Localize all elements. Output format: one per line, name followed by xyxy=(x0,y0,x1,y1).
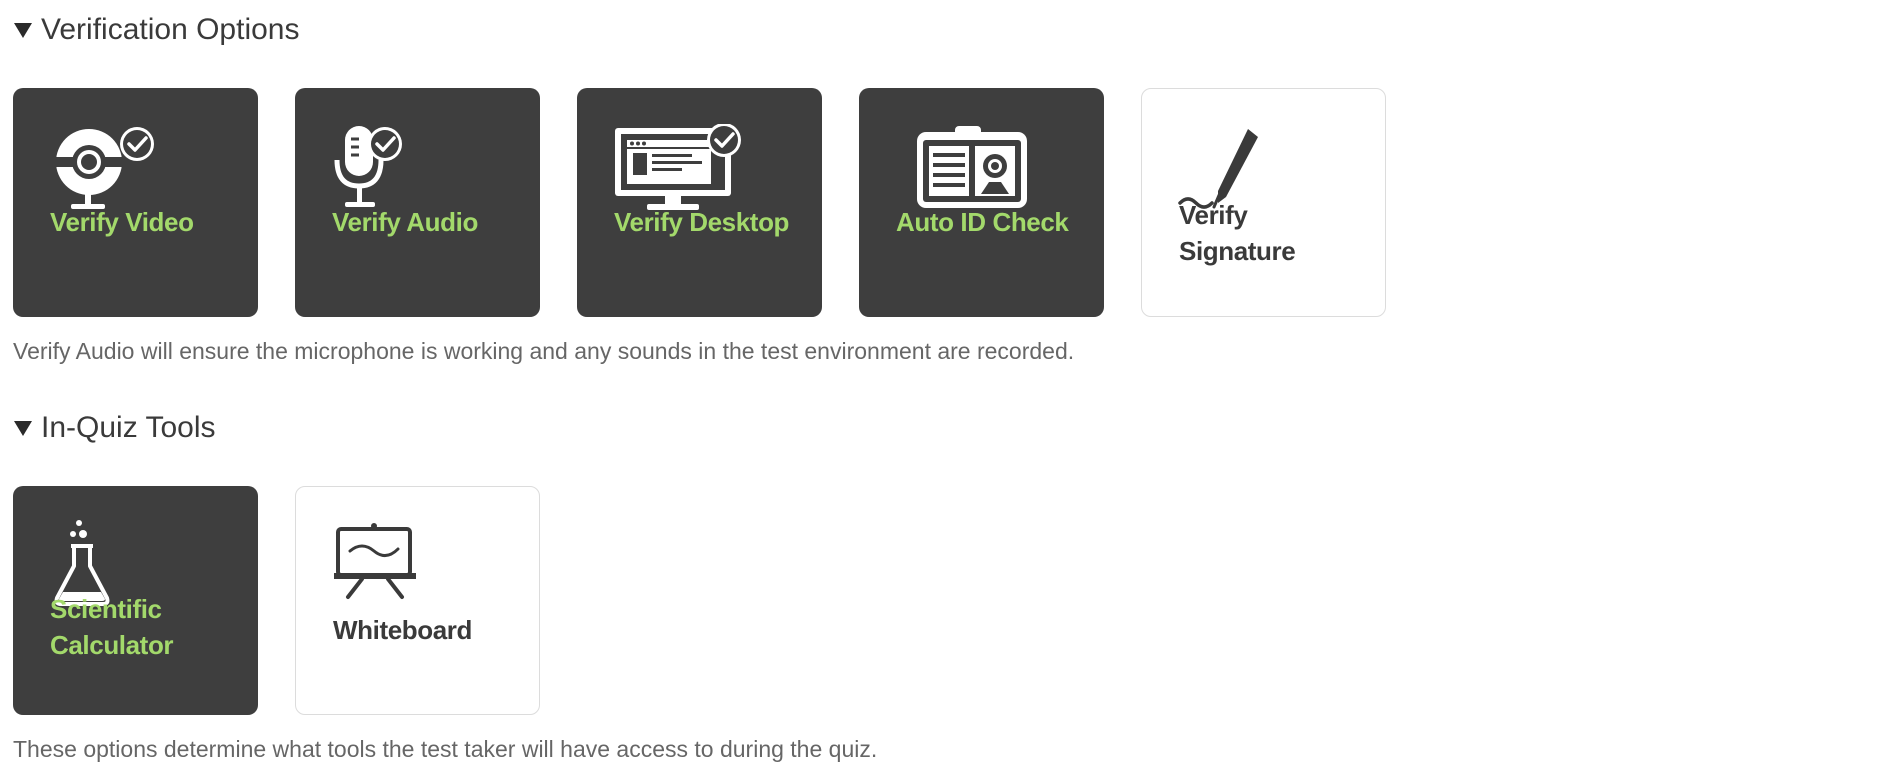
verify-signature-label-line2: Signature xyxy=(1179,236,1296,266)
whiteboard-icon xyxy=(334,523,416,599)
webcam-icon xyxy=(53,127,154,209)
id-card-icon xyxy=(917,126,1027,208)
scientific-calculator-tile[interactable]: Scientific Calculator xyxy=(13,486,258,715)
verify-desktop-label: Verify Desktop xyxy=(614,207,790,237)
verification-options-title: Verification Options xyxy=(41,13,300,46)
verification-options-toggle[interactable]: Verification Options xyxy=(13,12,1386,48)
caret-down-icon xyxy=(14,23,32,38)
scientific-calculator-label-line2: Calculator xyxy=(50,630,174,660)
verify-signature-label-line1: Verify xyxy=(1179,200,1248,230)
verify-signature-tile[interactable]: Verify Signature xyxy=(1141,88,1386,317)
in-quiz-tools-toggle[interactable]: In-Quiz Tools xyxy=(13,410,877,446)
auto-id-check-tile[interactable]: Auto ID Check xyxy=(859,88,1104,317)
caret-down-icon xyxy=(14,421,32,436)
microphone-icon xyxy=(334,126,402,207)
tools-tiles: Scientific Calculator Whiteboard xyxy=(13,486,877,715)
whiteboard-tile[interactable]: Whiteboard xyxy=(295,486,540,715)
verify-video-tile[interactable]: Verify Video xyxy=(13,88,258,317)
verification-description: Verify Audio will ensure the microphone … xyxy=(13,338,1075,364)
auto-id-check-label: Auto ID Check xyxy=(896,207,1069,237)
in-quiz-tools-section: In-Quiz Tools Scientific Calculator Whit… xyxy=(13,410,877,763)
verify-audio-tile[interactable]: Verify Audio xyxy=(295,88,540,317)
verify-video-label: Verify Video xyxy=(50,207,194,237)
whiteboard-label: Whiteboard xyxy=(333,615,472,645)
verify-audio-label: Verify Audio xyxy=(332,207,478,237)
monitor-icon xyxy=(615,124,741,210)
in-quiz-tools-title: In-Quiz Tools xyxy=(41,411,216,444)
tools-description: These options determine what tools the t… xyxy=(13,736,878,762)
verification-tiles: Verify Video Verify Audio Verify Desktop… xyxy=(13,88,1386,317)
scientific-calculator-label-line1: Scientific xyxy=(50,594,162,624)
verification-options-section: Verification Options Verify Video Verify… xyxy=(13,12,1386,365)
verify-desktop-tile[interactable]: Verify Desktop xyxy=(577,88,822,317)
